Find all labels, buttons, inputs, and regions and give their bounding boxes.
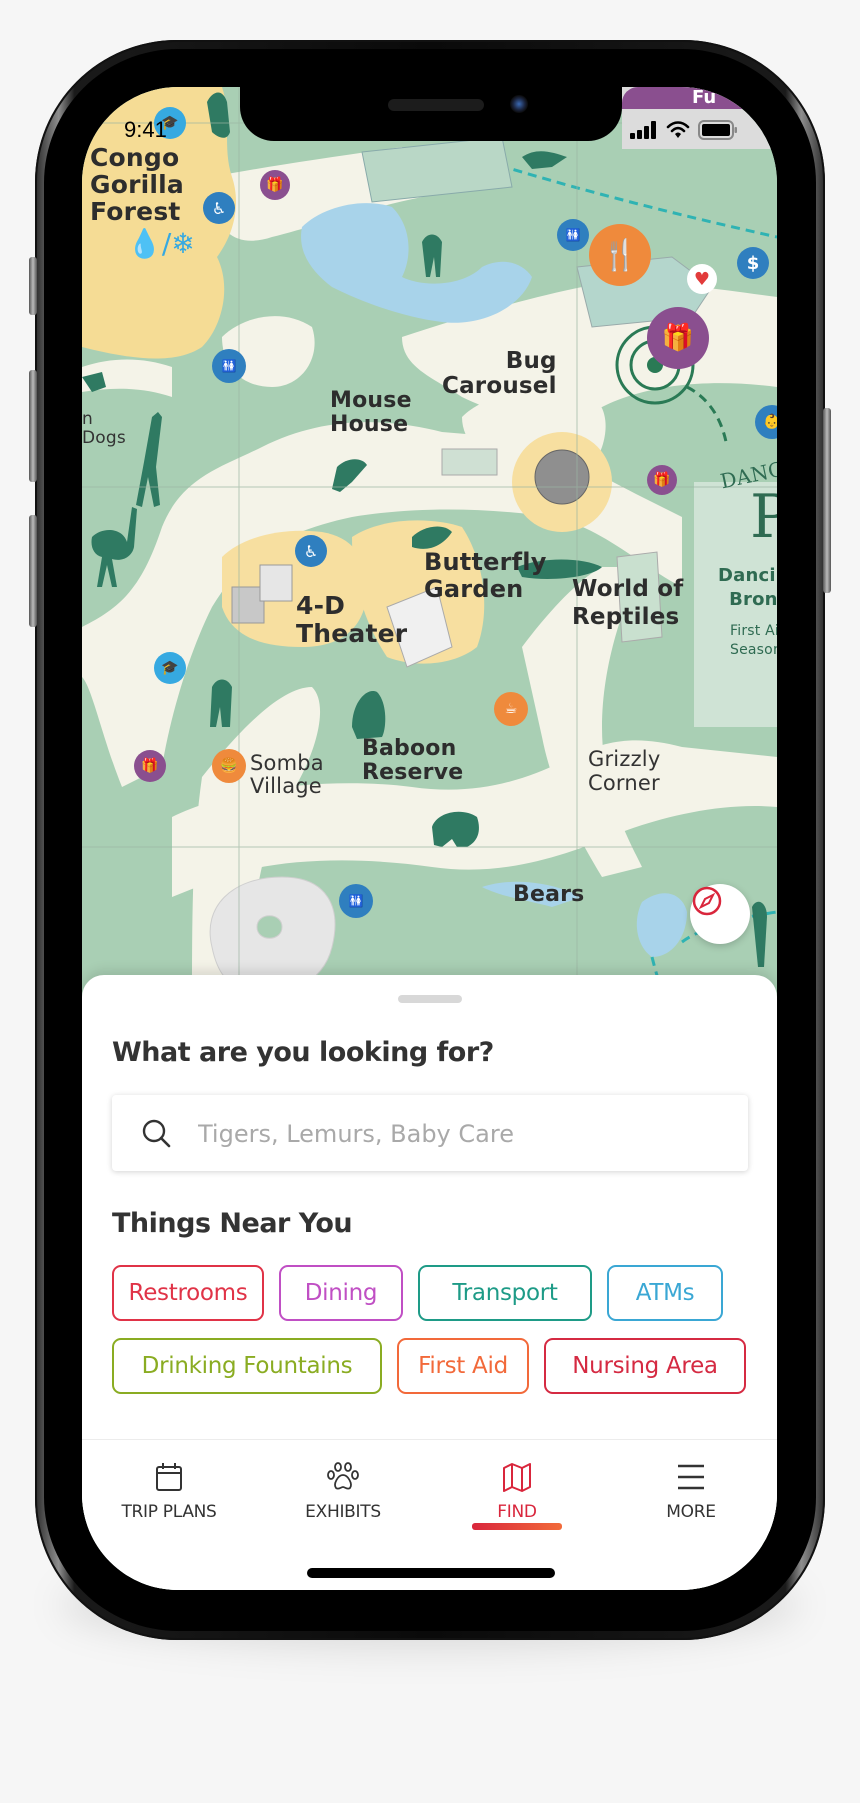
- map-label-world-of-reptiles[interactable]: World of Reptiles: [572, 575, 683, 631]
- cafe-icon[interactable]: ☕: [494, 692, 528, 726]
- restroom-icon[interactable]: 🚻: [212, 349, 246, 383]
- sheet-title: What are you looking for?: [112, 1037, 494, 1068]
- calendar-icon: [156, 1463, 182, 1491]
- theater-building: [231, 586, 265, 624]
- screen: Congo Gorilla Forest 💧/❄ Mouse House Bug…: [82, 87, 777, 1590]
- menu-icon: [678, 1464, 704, 1490]
- front-camera: [510, 95, 528, 113]
- map-illustration: [82, 87, 777, 1007]
- chip-nursing-area[interactable]: Nursing Area: [544, 1338, 746, 1394]
- gift-shop-icon[interactable]: 🎁: [647, 307, 709, 369]
- sheet-drag-handle[interactable]: [398, 995, 462, 1003]
- tab-label: EXHIBITS: [305, 1502, 381, 1522]
- map-icon: [503, 1463, 531, 1492]
- gift-shop-icon[interactable]: 🎁: [134, 750, 166, 782]
- active-tab-indicator: [472, 1523, 562, 1530]
- gift-shop-icon[interactable]: 🎁: [647, 465, 677, 495]
- paw-icon: [327, 1462, 359, 1490]
- atm-icon[interactable]: $: [737, 247, 769, 279]
- wifi-icon: [666, 121, 690, 138]
- search-icon: [142, 1119, 171, 1148]
- chip-row: Restrooms Dining Transport ATMs: [112, 1265, 752, 1321]
- restroom-icon[interactable]: 🚻: [557, 219, 589, 251]
- chip-atms[interactable]: ATMs: [607, 1265, 723, 1321]
- tab-label: TRIP PLANS: [121, 1502, 217, 1522]
- chip-transport[interactable]: Transport: [418, 1265, 592, 1321]
- volume-up-button: [29, 370, 37, 482]
- dining-icon[interactable]: 🍴: [589, 224, 651, 286]
- recenter-button[interactable]: [690, 884, 750, 944]
- mouse-house-building: [441, 448, 498, 476]
- map-label-dancing-bronx[interactable]: Dancin Bron: [718, 564, 777, 612]
- status-time: 9:41: [124, 117, 167, 142]
- tab-more[interactable]: MORE: [604, 1440, 777, 1550]
- map-label-bug-carousel[interactable]: Bug Carousel: [442, 349, 557, 399]
- hearing-assist-icon[interactable]: ♿: [203, 192, 235, 224]
- notch: [240, 87, 622, 141]
- tab-find[interactable]: FIND: [430, 1440, 604, 1550]
- volume-down-button: [29, 515, 37, 627]
- battery-icon: [698, 120, 737, 140]
- things-near-you-title: Things Near You: [112, 1208, 353, 1239]
- search-box[interactable]: [112, 1095, 748, 1173]
- chip-restrooms[interactable]: Restrooms: [112, 1265, 264, 1321]
- gift-shop-icon[interactable]: 🎁: [260, 170, 290, 200]
- map-label-bears[interactable]: Bears: [513, 884, 584, 906]
- burger-icon[interactable]: 🍔: [212, 749, 246, 783]
- tab-exhibits[interactable]: EXHIBITS: [256, 1440, 430, 1550]
- home-indicator[interactable]: [307, 1568, 555, 1578]
- chip-dining[interactable]: Dining: [279, 1265, 403, 1321]
- zoo-map[interactable]: Congo Gorilla Forest 💧/❄ Mouse House Bug…: [82, 87, 777, 1007]
- water-snow-icon: 💧/❄: [127, 227, 195, 260]
- tab-trip-plans[interactable]: TRIP PLANS: [82, 1440, 256, 1550]
- silent-switch: [29, 257, 37, 315]
- signal-icon: [630, 121, 656, 139]
- map-label-baboon-reserve[interactable]: Baboon Reserve: [362, 737, 463, 785]
- chip-row: Drinking Fountains First Aid Nursing Are…: [112, 1338, 752, 1394]
- map-label-mouse-house[interactable]: Mouse House: [330, 389, 412, 437]
- chip-drinking-fountains[interactable]: Drinking Fountains: [112, 1338, 382, 1394]
- tab-label: FIND: [497, 1502, 537, 1522]
- compass-icon: [692, 886, 722, 916]
- search-input[interactable]: [196, 1095, 730, 1173]
- map-label-congo-gorilla-forest[interactable]: Congo Gorilla Forest: [90, 144, 184, 225]
- power-button: [823, 408, 831, 593]
- category-chips: Restrooms Dining Transport ATMs Drinking…: [112, 1265, 752, 1411]
- map-label-somba-village[interactable]: Somba Village: [250, 752, 324, 798]
- carousel-dome: [534, 449, 590, 505]
- map-label-grizzly-corner[interactable]: Grizzly Corner: [588, 747, 660, 795]
- map-label-butterfly-garden[interactable]: Butterfly Garden: [424, 549, 547, 603]
- chip-first-aid[interactable]: First Aid: [397, 1338, 529, 1394]
- tab-bar: TRIP PLANS EXHIBITS FIND MORE: [82, 1439, 777, 1590]
- map-label-dancing-big: P: [750, 482, 777, 552]
- map-label-dogs[interactable]: n Dogs: [82, 410, 126, 448]
- hearing-assist-icon[interactable]: ♿: [295, 535, 327, 567]
- speaker-grille: [388, 99, 484, 111]
- map-label-dancing-sub: First Aid Season: [730, 623, 777, 658]
- map-label-4d-theater[interactable]: 4-D Theater: [296, 592, 407, 648]
- restroom-icon[interactable]: 🚻: [339, 884, 373, 918]
- first-aid-icon[interactable]: ♥: [687, 264, 717, 294]
- tab-label: MORE: [666, 1502, 716, 1522]
- education-icon[interactable]: 🎓: [154, 652, 186, 684]
